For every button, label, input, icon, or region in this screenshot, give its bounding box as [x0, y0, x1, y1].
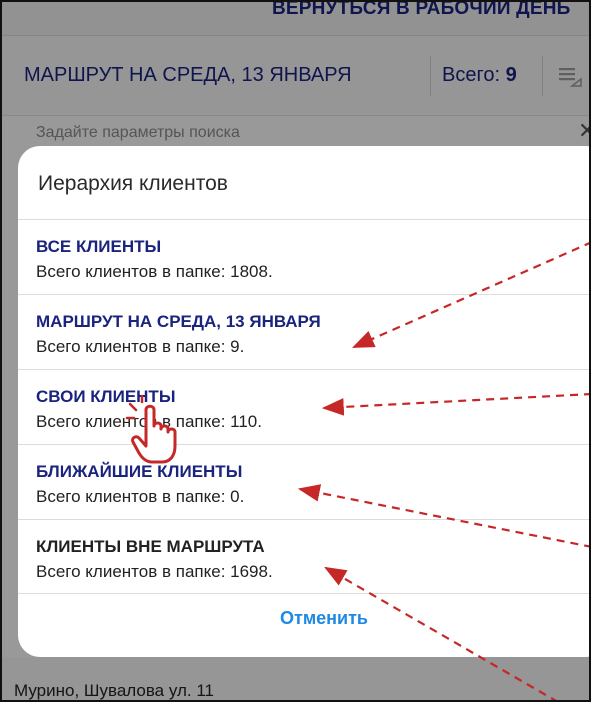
- annotation-arrow: [324, 566, 557, 700]
- annotation-arrow: [351, 242, 589, 349]
- hand-pointer-icon: [125, 394, 177, 464]
- phone-screen: ВЕРНУТЬСЯ В РАБОЧИЙ ДЕНЬ МАРШРУТ НА СРЕД…: [0, 0, 591, 702]
- annotation-arrow: [297, 484, 589, 548]
- annotation-overlay: [125, 242, 589, 700]
- annotation-arrow: [321, 393, 589, 416]
